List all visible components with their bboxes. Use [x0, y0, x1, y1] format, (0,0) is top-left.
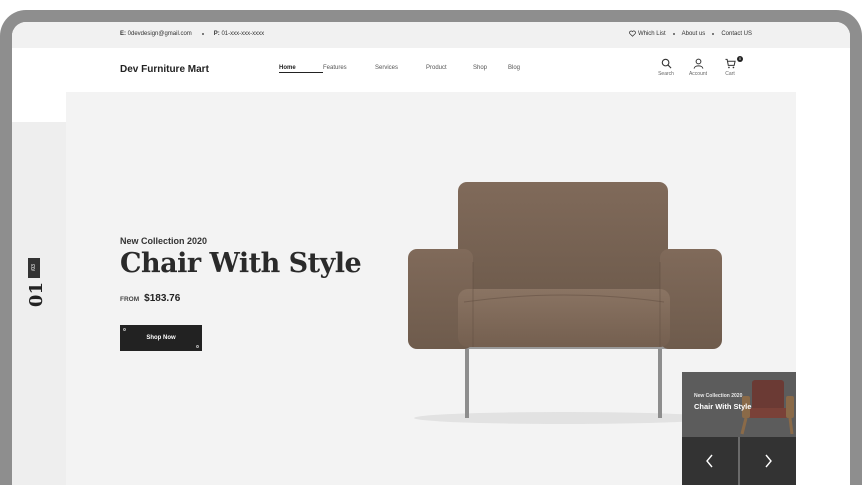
nav-blog[interactable]: Blog [508, 65, 538, 73]
next-slide-card[interactable]: New Collection 2020 Chair With Style [682, 372, 796, 485]
wishlist-link[interactable]: Which List [629, 30, 666, 37]
prev-slide-button[interactable] [682, 437, 738, 485]
main-nav: Home Features Services Product Shop Blog [279, 65, 538, 73]
user-icon [693, 58, 703, 69]
slide-total: /03 [28, 258, 40, 278]
shop-now-label: Shop Now [146, 335, 176, 341]
account-button[interactable]: Account [688, 58, 708, 77]
header-actions: Search Account 0 Cart [656, 56, 743, 77]
price-row: FROM $183.76 [120, 293, 180, 304]
separator-dot [201, 33, 204, 35]
phone-info[interactable]: P: 01-xxx-xxx-xxxx [214, 31, 264, 37]
email-prefix: E: [120, 31, 126, 37]
armchair-image [408, 182, 722, 424]
account-label: Account [688, 71, 708, 77]
nav-home[interactable]: Home [279, 65, 323, 73]
nav-product[interactable]: Product [426, 65, 473, 73]
search-icon [661, 58, 671, 69]
corner-dot [196, 345, 199, 348]
main-header: Dev Furniture Mart Home Features Service… [12, 48, 850, 92]
cart-button[interactable]: 0 Cart [720, 56, 743, 77]
site-logo[interactable]: Dev Furniture Mart [120, 64, 209, 75]
top-info-bar: E: 0devdesign@gmail.com P: 01-xxx-xxx-xx… [12, 22, 850, 48]
nav-shop[interactable]: Shop [473, 65, 508, 73]
next-slide-eyebrow: New Collection 2020 [694, 393, 743, 399]
cart-icon [724, 58, 736, 69]
corner-dot [123, 328, 126, 331]
nav-services[interactable]: Services [375, 65, 426, 73]
browser-screen: E: 0devdesign@gmail.com P: 01-xxx-xxx-xx… [12, 22, 850, 485]
phone-text: 01-xxx-xxx-xxxx [221, 31, 265, 37]
email-info[interactable]: E: 0devdesign@gmail.com [120, 31, 192, 37]
separator-dot [672, 32, 675, 35]
side-strip-top [12, 92, 66, 122]
chevron-right-icon [765, 454, 772, 468]
shop-now-button[interactable]: Shop Now [120, 325, 202, 351]
slide-counter: /03 01 [26, 258, 47, 318]
price-from-label: FROM [120, 296, 140, 303]
heart-icon [629, 30, 636, 37]
next-slide-title: Chair With Style [694, 402, 752, 411]
email-text: 0devdesign@gmail.com [127, 31, 192, 37]
contact-info: E: 0devdesign@gmail.com P: 01-xxx-xxx-xx… [120, 31, 264, 37]
slide-current-number: 01 [26, 282, 47, 308]
phone-prefix: P: [213, 31, 220, 37]
hero-eyebrow: New Collection 2020 [120, 236, 208, 246]
next-slide-button[interactable] [740, 437, 796, 485]
chevron-left-icon [706, 454, 713, 468]
cart-label: Cart [725, 71, 735, 77]
top-links: Which List About us Contact US [629, 30, 752, 37]
next-slide-image: New Collection 2020 Chair With Style [682, 372, 796, 437]
cart-count-badge: 0 [737, 56, 743, 62]
hero-section: New Collection 2020 Chair With Style FRO… [66, 92, 796, 485]
separator-dot [712, 32, 715, 35]
search-label: Search [658, 71, 674, 77]
search-button[interactable]: Search [656, 58, 676, 77]
hero-headline: Chair With Style [120, 248, 362, 279]
about-link[interactable]: About us [682, 31, 706, 37]
nav-features[interactable]: Features [323, 65, 375, 73]
wishlist-label: Which List [637, 31, 666, 38]
price-value: $183.76 [144, 293, 181, 304]
contact-link[interactable]: Contact US [721, 31, 752, 37]
